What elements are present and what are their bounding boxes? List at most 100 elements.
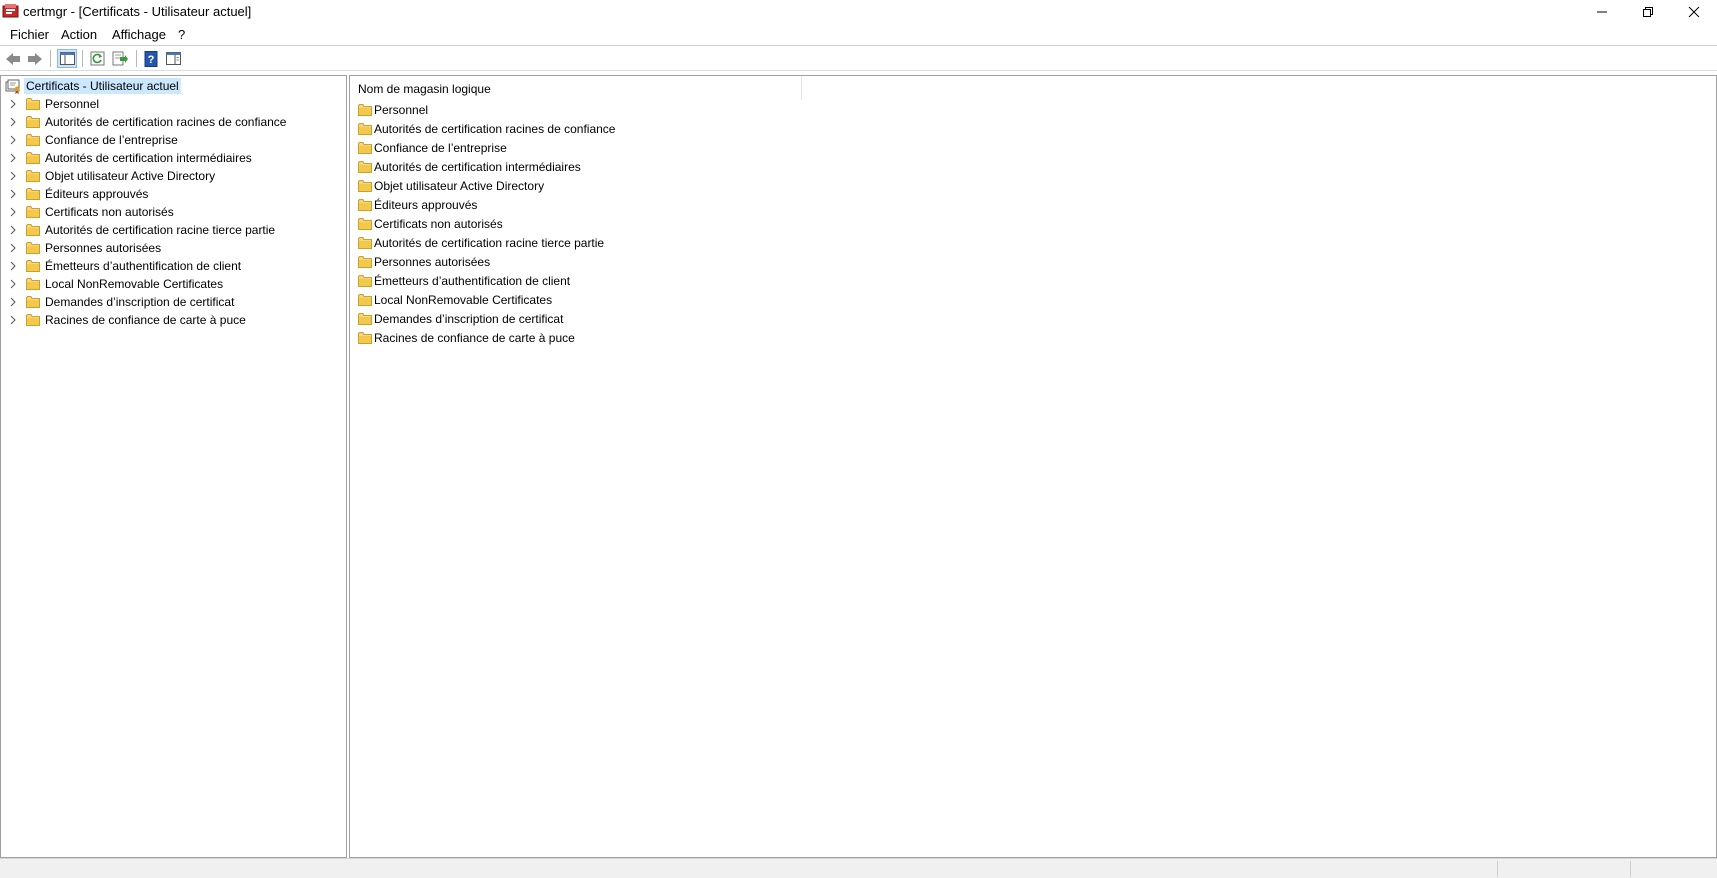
list-item[interactable]: Émetteurs d’authentification de client: [350, 271, 850, 290]
show-hide-action-pane-button[interactable]: [163, 49, 183, 68]
tree-item[interactable]: Racines de confiance de carte à puce: [1, 311, 341, 329]
show-hide-action-pane-icon: [165, 52, 181, 65]
folder-icon: [26, 224, 40, 236]
tree-item[interactable]: Autorités de certification racines de co…: [1, 113, 341, 131]
list-item[interactable]: Racines de confiance de carte à puce: [350, 328, 850, 347]
list-item[interactable]: Personnes autorisées: [350, 252, 850, 271]
export-list-icon: [112, 51, 128, 66]
tree-item[interactable]: Personnel: [1, 95, 341, 113]
chevron-right-icon[interactable]: [9, 135, 17, 145]
folder-icon: [358, 294, 372, 306]
chevron-right-icon[interactable]: [9, 297, 17, 307]
list-item-label: Émetteurs d’authentification de client: [374, 274, 571, 288]
list-item[interactable]: Certificats non autorisés: [350, 214, 850, 233]
help-button[interactable]: ?: [141, 49, 161, 68]
tree-item[interactable]: Certificats non autorisés: [1, 203, 341, 221]
list-item[interactable]: Confiance de l’entreprise: [350, 138, 850, 157]
menu-fichier[interactable]: Fichier: [10, 27, 49, 42]
folder-icon: [26, 242, 40, 254]
tree-item[interactable]: Personnes autorisées: [1, 239, 341, 257]
chevron-right-icon[interactable]: [9, 207, 17, 217]
details-pane[interactable]: Nom de magasin logique Personnel Autorit…: [349, 75, 1717, 858]
list-item-label: Éditeurs approuvés: [374, 198, 478, 212]
tree-item[interactable]: Émetteurs d’authentification de client: [1, 257, 341, 275]
column-header-name[interactable]: Nom de magasin logique: [350, 76, 802, 100]
list-item-label: Local NonRemovable Certificates: [374, 293, 553, 307]
certificate-store-icon: [5, 79, 20, 94]
svg-text:?: ?: [148, 54, 155, 66]
toolbar-separator: [50, 50, 51, 67]
tree-item[interactable]: Éditeurs approuvés: [1, 185, 341, 203]
back-button[interactable]: [3, 49, 23, 68]
list-item-label: Certificats non autorisés: [374, 217, 503, 231]
chevron-right-icon[interactable]: [9, 99, 17, 109]
folder-icon: [358, 142, 372, 154]
list-item-label: Personnel: [374, 103, 429, 117]
menu-help[interactable]: ?: [178, 27, 185, 42]
chevron-right-icon[interactable]: [9, 243, 17, 253]
list-item[interactable]: Éditeurs approuvés: [350, 195, 850, 214]
folder-icon: [358, 313, 372, 325]
list-item-label: Demandes d’inscription de certificat: [374, 312, 564, 326]
forward-arrow-icon: [28, 52, 42, 65]
folder-icon: [358, 123, 372, 135]
menu-affichage[interactable]: Affichage: [112, 27, 166, 42]
chevron-right-icon[interactable]: [9, 117, 17, 127]
restore-button[interactable]: [1625, 0, 1671, 23]
chevron-right-icon[interactable]: [9, 153, 17, 163]
refresh-icon: [90, 51, 104, 66]
menu-action[interactable]: Action: [61, 27, 97, 42]
chevron-right-icon[interactable]: [9, 261, 17, 271]
folder-icon: [358, 199, 372, 211]
tree-item[interactable]: Autorités de certification racine tierce…: [1, 221, 341, 239]
tree-item-label: Autorités de certification racines de co…: [45, 115, 287, 129]
folder-icon: [26, 152, 40, 164]
tree-item[interactable]: Objet utilisateur Active Directory: [1, 167, 341, 185]
folder-icon: [358, 104, 372, 116]
column-header-label: Nom de magasin logique: [358, 82, 491, 96]
tree-root[interactable]: Certificats - Utilisateur actuel: [5, 78, 181, 94]
chevron-right-icon[interactable]: [9, 279, 17, 289]
tree-item-label: Local NonRemovable Certificates: [45, 277, 224, 291]
folder-icon: [26, 278, 40, 290]
chevron-right-icon[interactable]: [9, 189, 17, 199]
folder-icon: [26, 296, 40, 308]
chevron-right-icon[interactable]: [9, 225, 17, 235]
folder-icon: [26, 188, 40, 200]
list-item[interactable]: Objet utilisateur Active Directory: [350, 176, 850, 195]
list-item[interactable]: Demandes d’inscription de certificat: [350, 309, 850, 328]
back-arrow-icon: [6, 52, 20, 65]
status-cell: [1497, 861, 1498, 877]
console-tree-pane[interactable]: Certificats - Utilisateur actuel Personn…: [0, 75, 347, 858]
list-item[interactable]: Autorités de certification racines de co…: [350, 119, 850, 138]
export-list-button[interactable]: [110, 49, 130, 68]
close-button[interactable]: [1671, 0, 1717, 23]
chevron-right-icon[interactable]: [9, 315, 17, 325]
refresh-button[interactable]: [87, 49, 107, 68]
tree-item[interactable]: Local NonRemovable Certificates: [1, 275, 341, 293]
folder-icon: [358, 161, 372, 173]
tree-item[interactable]: Confiance de l’entreprise: [1, 131, 341, 149]
list-item[interactable]: Autorités de certification intermédiaire…: [350, 157, 850, 176]
folder-icon: [358, 180, 372, 192]
list-item-label: Confiance de l’entreprise: [374, 141, 507, 155]
folder-icon: [358, 332, 372, 344]
tree-item[interactable]: Autorités de certification intermédiaire…: [1, 149, 341, 167]
toolbar-separator: [82, 50, 83, 67]
list-item[interactable]: Local NonRemovable Certificates: [350, 290, 850, 309]
status-bar: [0, 858, 1717, 878]
tree-item-label: Personnes autorisées: [45, 241, 162, 255]
list-item-label: Personnes autorisées: [374, 255, 491, 269]
status-cell: [1630, 861, 1631, 877]
show-hide-console-tree-button[interactable]: [57, 49, 77, 68]
forward-button[interactable]: [25, 49, 45, 68]
chevron-right-icon[interactable]: [9, 171, 17, 181]
list-item-label: Autorités de certification racine tierce…: [374, 236, 605, 250]
minimize-button[interactable]: [1579, 0, 1625, 23]
list-item[interactable]: Autorités de certification racine tierce…: [350, 233, 850, 252]
list-item[interactable]: Personnel: [350, 100, 850, 119]
tree-item-label: Éditeurs approuvés: [45, 187, 149, 201]
folder-icon: [26, 260, 40, 272]
tree-item[interactable]: Demandes d’inscription de certificat: [1, 293, 341, 311]
minimize-icon: [1597, 11, 1607, 12]
